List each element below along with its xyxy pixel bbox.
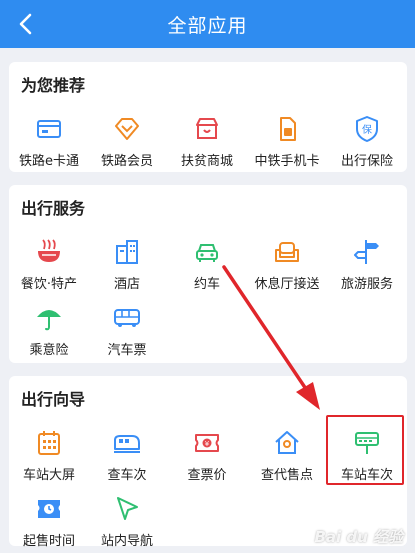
card-icon xyxy=(37,120,61,138)
app-bus-ticket[interactable]: 汽车票 xyxy=(88,299,166,361)
app-hotel[interactable]: 酒店 xyxy=(88,233,166,295)
app-poverty-mall[interactable]: 扶贫商城 xyxy=(168,110,246,172)
sim-card-icon xyxy=(280,117,296,141)
app-ride-insurance[interactable]: 乘意险 xyxy=(10,299,88,361)
top-bar: 全部应用 xyxy=(0,0,415,48)
section-travel-services: 出行服务 餐饮·特产 酒店 约车 休息厅接送 旅游服务 乘意险 汽车票 xyxy=(9,185,407,363)
train-icon xyxy=(114,435,140,453)
app-check-train[interactable]: 查车次 xyxy=(88,424,166,486)
app-railway-ecard[interactable]: 铁路e卡通 xyxy=(10,110,88,172)
watermark: Bai du 经验 xyxy=(314,528,403,546)
app-food-specialty[interactable]: 餐饮·特产 xyxy=(10,233,88,295)
sofa-icon xyxy=(275,242,299,262)
section-title: 出行向导 xyxy=(21,390,86,409)
svg-text:保: 保 xyxy=(362,123,372,136)
section-title: 为您推荐 xyxy=(21,76,86,95)
app-car-hailing[interactable]: 约车 xyxy=(168,233,246,295)
diamond-icon xyxy=(115,118,139,140)
highlight-box xyxy=(326,415,404,485)
app-check-agency[interactable]: 查代售点 xyxy=(248,424,326,486)
car-icon xyxy=(196,244,218,262)
hotel-icon xyxy=(116,240,138,264)
app-travel-insurance[interactable]: 保 出行保险 xyxy=(328,110,406,172)
app-railway-member[interactable]: 铁路会员 xyxy=(88,110,166,172)
app-station-navigation[interactable]: 站内导航 xyxy=(88,490,166,552)
ticket-price-icon: ¥ xyxy=(195,434,219,452)
app-sale-start-time[interactable]: 起售时间 xyxy=(10,490,88,552)
app-lounge-transfer[interactable]: 休息厅接送 xyxy=(248,233,326,295)
navigation-arrow-icon xyxy=(117,497,138,520)
insurance-shield-icon: 保 xyxy=(356,116,378,142)
app-china-rail-sim[interactable]: 中铁手机卡 xyxy=(248,110,326,172)
section-title: 出行服务 xyxy=(21,199,86,218)
app-station-screen[interactable]: 车站大屏 xyxy=(10,424,88,486)
app-check-fare[interactable]: ¥ 查票价 xyxy=(168,424,246,486)
section-recommended: 为您推荐 铁路e卡通 铁路会员 扶贫商城 中铁手机卡 保 出行保险 xyxy=(9,62,407,172)
shop-icon xyxy=(196,118,218,139)
clock-ticket-icon xyxy=(38,500,60,518)
back-button[interactable] xyxy=(12,10,40,38)
umbrella-icon xyxy=(37,310,61,331)
bus-icon xyxy=(114,309,140,327)
house-location-icon xyxy=(275,431,299,454)
calendar-grid-icon xyxy=(38,431,60,455)
svg-text:¥: ¥ xyxy=(205,440,210,448)
signpost-icon xyxy=(354,240,379,264)
page-title: 全部应用 xyxy=(167,14,248,37)
app-tourism-services[interactable]: 旅游服务 xyxy=(328,233,406,295)
noodle-bowl-icon xyxy=(38,239,60,262)
chevron-left-icon xyxy=(19,13,32,35)
